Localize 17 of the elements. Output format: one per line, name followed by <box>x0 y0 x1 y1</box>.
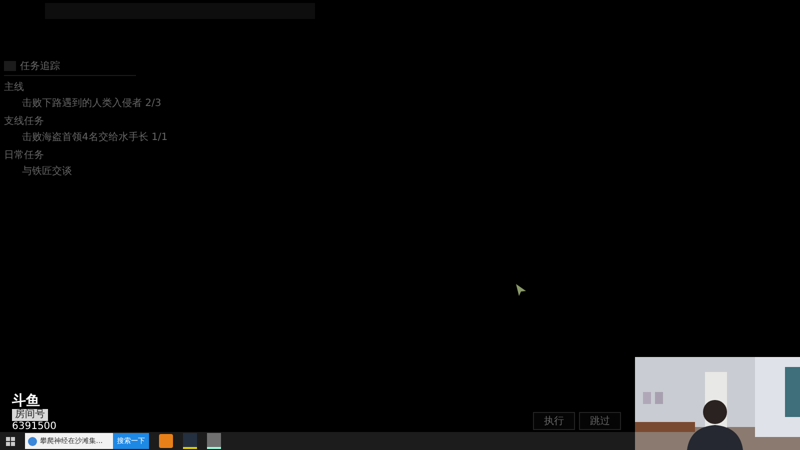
game-button[interactable]: 跳过 <box>579 412 621 430</box>
windows-icon[interactable] <box>6 436 15 446</box>
quest-category: 主线 <box>4 80 24 94</box>
room-number: 6391500 <box>12 421 57 433</box>
game-button[interactable]: 执行 <box>533 412 575 430</box>
quest-category: 日常任务 <box>4 148 44 162</box>
browser-icon <box>28 436 37 446</box>
cursor-icon <box>516 284 526 296</box>
logo-text: 斗鱼 <box>12 393 40 409</box>
quest-item[interactable]: 击败海盗首领4名交给水手长 1/1 <box>4 130 168 144</box>
app-icon[interactable] <box>207 433 221 449</box>
tracker-title: 任务追踪 <box>20 60 60 73</box>
quest-item[interactable]: 击败下路遇到的人类入侵者 2/3 <box>4 96 162 110</box>
quest-item[interactable]: 与铁匠交谈 <box>4 164 72 178</box>
quest-category: 支线任务 <box>4 114 44 128</box>
room-label: 房间号 <box>12 409 48 421</box>
tracker-icon <box>4 61 16 71</box>
